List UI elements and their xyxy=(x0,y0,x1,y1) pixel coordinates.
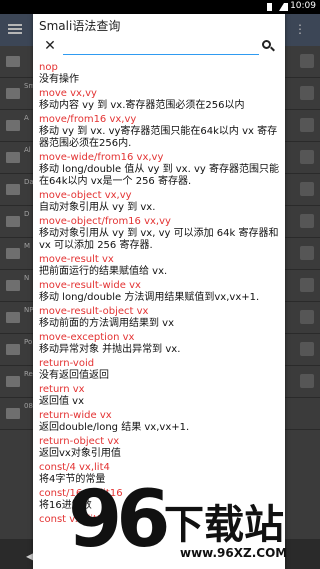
opcode-description: 没有返回值返回 xyxy=(39,370,109,381)
menu-icon xyxy=(8,24,22,34)
folder-icon xyxy=(6,56,20,67)
list-item[interactable]: move vx,vy 移动内容 vy 到 vx.寄存器范围必须在256以内 xyxy=(33,88,285,114)
close-icon[interactable]: ✕ xyxy=(42,38,58,54)
more-icon xyxy=(300,246,314,260)
site-watermark: 96 下载站 www.96XZ.COM xyxy=(68,478,318,568)
opcode: move vx,vy xyxy=(39,88,97,99)
list-item[interactable]: return-wide vx 返回double/long 结果 vx,vx+1. xyxy=(33,410,285,436)
opcode: move-object/from16 vx,vy xyxy=(39,216,171,227)
opcode: move-result vx xyxy=(39,254,114,265)
opcode-description: 返回double/long 结果 vx,vx+1. xyxy=(39,422,190,433)
list-item[interactable]: move-result-object vx 移动前面的方法调用结果到 vx xyxy=(33,306,285,332)
opcode-description: 自动对象引用从 vy 到 vx. xyxy=(39,202,156,213)
folder-icon xyxy=(6,152,20,163)
more-icon xyxy=(300,54,314,68)
opcode-description: 移动前面的方法调用结果到 vx xyxy=(39,318,175,329)
list-item[interactable]: move-result vx 把前面运行的结果赋值给 vx. xyxy=(33,254,285,280)
more-icon xyxy=(300,118,314,132)
opcode: return-wide vx xyxy=(39,410,112,421)
opcode-list[interactable]: nop 没有操作 move vx,vy 移动内容 vy 到 vx.寄存器范围必须在2… xyxy=(33,62,285,528)
opcode: move-result-wide vx xyxy=(39,280,141,291)
list-item[interactable]: move-result-wide vx 移动 long/double 方法调用结果… xyxy=(33,280,285,306)
opcode: move-exception vx xyxy=(39,332,135,343)
folder-icon xyxy=(6,376,20,387)
folder-icon xyxy=(6,248,20,259)
list-item[interactable]: move-wide/from16 vx,vy 移动 long/double 值从 … xyxy=(33,152,285,190)
list-item[interactable]: nop 没有操作 xyxy=(33,62,285,88)
watermark-url: www.96XZ.COM xyxy=(180,546,288,560)
watermark-logo-text: 下载站 xyxy=(164,502,284,548)
opcode: move-wide/from16 vx,vy xyxy=(39,152,164,163)
opcode-description: 把前面运行的结果赋值给 vx. xyxy=(39,266,168,277)
folder-icon xyxy=(6,120,20,131)
search-bar: ✕ xyxy=(37,36,281,58)
status-time: 10:09 xyxy=(290,1,316,11)
watermark-logo-number: 96 xyxy=(68,475,171,565)
folder-icon xyxy=(6,312,20,323)
more-icon xyxy=(300,310,314,324)
opcode-description: 没有操作 xyxy=(39,74,79,85)
folder-icon xyxy=(6,216,20,227)
opcode: return-void xyxy=(39,358,95,369)
opcode: move-result-object vx xyxy=(39,306,149,317)
opcode-description: 移动异常对象 并抛出异常到 vx. xyxy=(39,344,181,355)
dialog-title: Smali语法查询 xyxy=(39,19,121,33)
opcode: return vx xyxy=(39,384,85,395)
signal-icon xyxy=(279,3,288,11)
opcode-description: 移动对象引用从 vy 到 vx, vy 可以添加 64k 寄存器和 vx 可以添… xyxy=(39,228,279,251)
folder-icon xyxy=(6,280,20,291)
more-icon xyxy=(300,342,314,356)
search-icon[interactable] xyxy=(259,37,277,55)
list-item[interactable]: move/from16 vx,vy 移动 vy 到 vx. vy寄存器范围只能在6… xyxy=(33,114,285,152)
opcode: const/4 vx,lit4 xyxy=(39,462,110,473)
search-input[interactable] xyxy=(63,39,259,55)
more-icon xyxy=(300,278,314,292)
opcode-description: 移动 long/double 方法调用结果赋值到vx,vx+1. xyxy=(39,292,260,303)
more-icon xyxy=(300,86,314,100)
more-icon xyxy=(300,374,314,388)
folder-icon xyxy=(6,184,20,195)
battery-icon xyxy=(267,3,272,11)
opcode: move-object vx,vy xyxy=(39,190,132,201)
more-icon xyxy=(300,182,314,196)
opcode-description: 移动 long/double 值从 vy 到 vx. vy 寄存器范围只能在64… xyxy=(39,164,279,187)
opcode-description: 返回vx对象引用值 xyxy=(39,448,121,459)
list-item[interactable]: return vx 返回值 vx xyxy=(33,384,285,410)
opcode-description: 返回值 vx xyxy=(39,396,85,407)
opcode-description: 移动 vy 到 vx. vy寄存器范围只能在64k以内 vx 寄存器范围必须在2… xyxy=(39,126,278,149)
status-bar: 10:09 xyxy=(0,0,320,14)
toolbar-icons: ⋮ xyxy=(294,22,314,36)
opcode: move/from16 vx,vy xyxy=(39,114,137,125)
list-item[interactable]: return-void 没有返回值返回 xyxy=(33,358,285,384)
more-icon xyxy=(300,214,314,228)
list-item[interactable]: move-exception vx 移动异常对象 并抛出异常到 vx. xyxy=(33,332,285,358)
file-icon xyxy=(6,408,20,419)
opcode: nop xyxy=(39,62,58,73)
folder-icon xyxy=(6,344,20,355)
opcode: return-object vx xyxy=(39,436,120,447)
list-item[interactable]: return-object vx 返回vx对象引用值 xyxy=(33,436,285,462)
folder-icon xyxy=(6,88,20,99)
list-item[interactable]: move-object vx,vy 自动对象引用从 vy 到 vx. xyxy=(33,190,285,216)
list-item[interactable]: move-object/from16 vx,vy 移动对象引用从 vy 到 vx,… xyxy=(33,216,285,254)
more-icon xyxy=(300,150,314,164)
opcode-description: 移动内容 vy 到 vx.寄存器范围必须在256以内 xyxy=(39,100,245,111)
